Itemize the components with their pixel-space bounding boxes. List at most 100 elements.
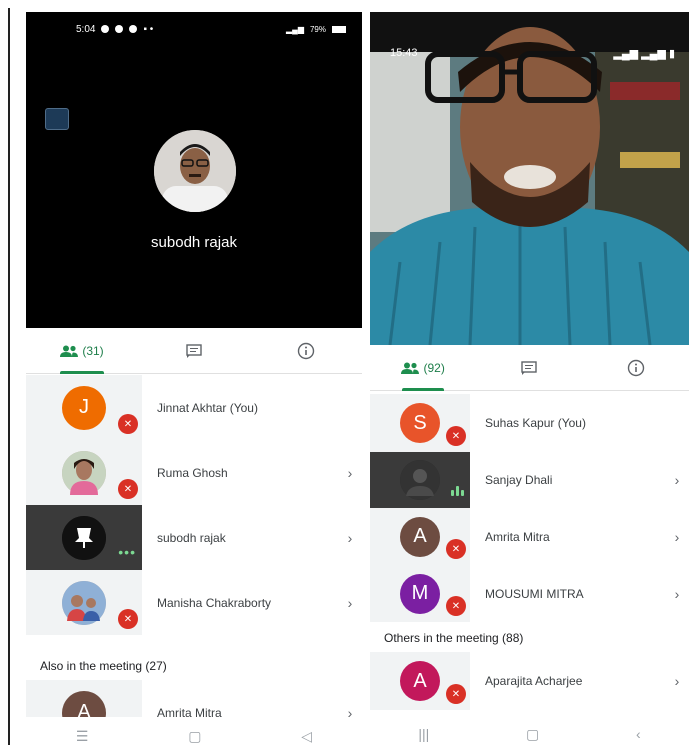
system-nav-bar: ||| ▢ ‹: [370, 717, 689, 751]
avatar: A: [62, 690, 106, 717]
speaking-indicator-icon: [451, 486, 464, 496]
participant-tile: [370, 452, 470, 508]
speaker-name: subodh rajak: [151, 234, 237, 251]
signal-icon: ▂▄▆: [286, 24, 304, 34]
avatar-initial: S: [413, 411, 427, 434]
participant-row[interactable]: S ✕ Suhas Kapur (You): [370, 394, 689, 452]
main-video-area: 5:04 ▪ • ▂▄▆ 79% subodh rajak: [26, 12, 362, 328]
whatsapp-icon: [101, 25, 110, 33]
mic-off-icon: ✕: [446, 596, 466, 616]
people-count: (31): [82, 343, 104, 358]
mic-off-icon: ✕: [446, 539, 466, 559]
chat-icon: [186, 343, 202, 358]
people-icon: [60, 345, 79, 357]
participant-tile: •••: [26, 505, 142, 570]
tab-people[interactable]: (31): [26, 328, 138, 374]
participant-name: Manisha Chakraborty: [157, 595, 272, 610]
participant-name: Ruma Ghosh: [157, 465, 228, 480]
mic-off-icon: ✕: [118, 609, 138, 629]
chat-icon: [521, 360, 538, 375]
participant-name: MOUSUMI MITRA: [485, 586, 584, 601]
participant-name: Amrita Mitra: [485, 529, 550, 544]
home-icon[interactable]: ▢: [526, 726, 539, 743]
recents-icon[interactable]: ☰: [76, 728, 89, 745]
tab-info[interactable]: [583, 345, 689, 390]
avatar: S: [400, 403, 440, 443]
screenshot-divider: [8, 8, 10, 745]
people-icon: [401, 362, 420, 374]
avatar: [62, 450, 106, 495]
avatar: M: [400, 573, 440, 614]
recents-icon[interactable]: |||: [418, 726, 429, 742]
right-phone-screen: 15:43 ▂▄▆ ▂▄▆ ▮ (92) S ✕ Suhas Kapur (Yo…: [370, 12, 689, 753]
participant-row[interactable]: A ✕ Aparajita Acharjee ›: [370, 652, 689, 710]
participant-name: subodh rajak: [157, 530, 226, 545]
participant-tile: A: [26, 680, 142, 717]
participant-row[interactable]: ••• subodh rajak ›: [26, 505, 362, 570]
status-time: 15:43: [390, 47, 418, 59]
avatar-initial: A: [413, 669, 427, 692]
notification-icon: [129, 25, 138, 33]
mic-off-icon: ✕: [118, 479, 138, 499]
participant-row[interactable]: M ✕ MOUSUMI MITRA ›: [370, 565, 689, 622]
more-notifications-icon: ▪ •: [143, 23, 154, 35]
participant-name: Sanjay Dhali: [485, 473, 553, 487]
home-icon[interactable]: ▢: [188, 728, 201, 745]
also-list: A Amrita Mitra ›: [26, 680, 362, 717]
info-icon: [627, 359, 645, 376]
chevron-right-icon[interactable]: ›: [338, 705, 362, 718]
tab-bar: (92): [370, 345, 689, 391]
participant-row[interactable]: A ✕ Amrita Mitra ›: [370, 508, 689, 565]
others-list: A ✕ Aparajita Acharjee ›: [370, 652, 689, 710]
tab-bar: (31): [26, 328, 362, 374]
back-icon[interactable]: ◁: [301, 728, 312, 745]
others-in-meeting-heading: Others in the meeting (88): [384, 631, 524, 645]
mic-off-icon: ✕: [446, 426, 466, 446]
participant-row[interactable]: A Amrita Mitra ›: [26, 680, 362, 717]
mic-off-icon: ✕: [118, 414, 138, 434]
avatar-initial: A: [77, 701, 91, 717]
tab-chat[interactable]: [476, 345, 582, 390]
avatar-initial: A: [413, 525, 427, 547]
participant-row[interactable]: ✕ Ruma Ghosh ›: [26, 440, 362, 505]
participant-tile: ✕: [26, 440, 142, 505]
participant-tile: S ✕: [370, 394, 470, 452]
avatar: [400, 460, 440, 500]
system-nav-bar: ☰ ▢ ◁: [26, 719, 362, 753]
chevron-right-icon[interactable]: ›: [665, 673, 689, 689]
people-count: (92): [423, 360, 445, 375]
mic-off-icon: ✕: [446, 684, 466, 704]
chevron-right-icon[interactable]: ›: [338, 530, 362, 546]
chevron-right-icon[interactable]: ›: [665, 529, 689, 545]
avatar-initial: J: [79, 396, 89, 418]
avatar: A: [400, 661, 440, 701]
tab-people[interactable]: (92): [370, 345, 476, 391]
participant-row[interactable]: J ✕ Jinnat Akhtar (You): [26, 375, 362, 440]
status-bar: 5:04 ▪ • ▂▄▆ 79%: [26, 12, 362, 46]
participant-list: S ✕ Suhas Kapur (You) Sanjay Dhali › A ✕…: [370, 394, 689, 622]
participant-list: J ✕ Jinnat Akhtar (You) ✕ Ruma Ghosh › •…: [26, 375, 362, 635]
participant-name: Suhas Kapur (You): [485, 416, 586, 430]
participant-row[interactable]: ✕ Manisha Chakraborty ›: [26, 570, 362, 635]
chevron-right-icon[interactable]: ›: [338, 595, 362, 611]
chevron-right-icon[interactable]: ›: [338, 465, 362, 481]
participant-tile: M ✕: [370, 565, 470, 622]
tab-chat[interactable]: [138, 328, 250, 373]
avatar-initial: M: [411, 582, 429, 604]
tab-info[interactable]: [250, 328, 362, 373]
back-icon[interactable]: ‹: [636, 726, 641, 742]
chevron-right-icon[interactable]: ›: [665, 472, 689, 488]
chevron-right-icon[interactable]: ›: [665, 586, 689, 602]
speaker-avatar: [154, 130, 236, 212]
battery-icon: [332, 25, 346, 33]
status-time: 5:04: [76, 23, 96, 35]
avatar: [62, 515, 106, 560]
participant-tile: A ✕: [370, 652, 470, 710]
participant-row[interactable]: Sanjay Dhali ›: [370, 452, 689, 508]
app-badge-icon: [45, 108, 69, 130]
participant-tile: A ✕: [370, 508, 470, 565]
battery-level: 79%: [309, 24, 326, 34]
participant-name: Amrita Mitra: [157, 705, 222, 718]
participant-tile: J ✕: [26, 375, 142, 440]
info-icon: [297, 342, 315, 359]
